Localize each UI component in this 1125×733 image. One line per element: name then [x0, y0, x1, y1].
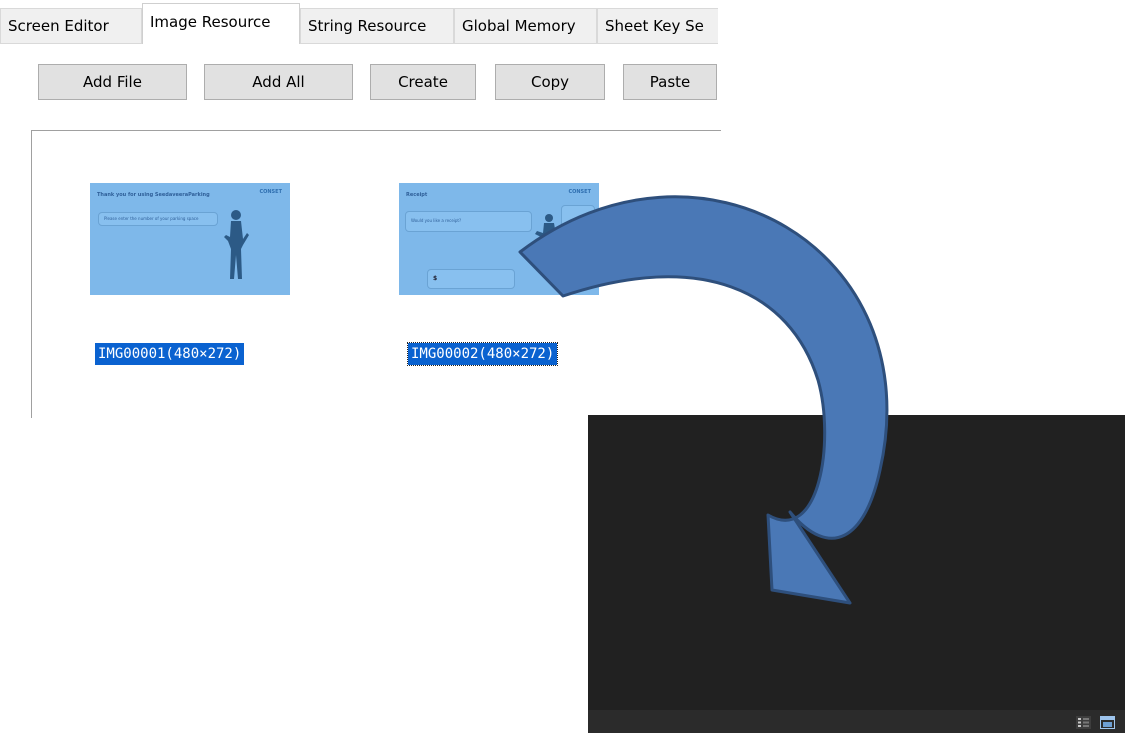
thumbnail-brand-logo: CONSET [259, 189, 282, 195]
image-thumbnail-1[interactable]: Thank you for using SeedaveeraParking CO… [90, 183, 290, 295]
image-caption-2[interactable]: IMG00002(480×272) [406, 342, 559, 366]
status-bar [588, 710, 1125, 733]
tab-divider [0, 43, 718, 44]
thumbnail-title: Receipt [406, 192, 428, 198]
list-view-icon[interactable] [1076, 716, 1091, 729]
thumbnail-prompt-box: Please enter the number of your parking … [98, 212, 218, 226]
tab-string-resource[interactable]: String Resource [300, 8, 454, 43]
thumbnail-prompt-box: Would you like a receipt? [405, 211, 532, 232]
thumbnail-side-box [561, 205, 595, 237]
thumbnail-amount-box: $ [427, 269, 515, 289]
tab-bar: Screen Editor Image Resource String Reso… [0, 0, 718, 44]
copy-button[interactable]: Copy [495, 64, 605, 100]
thumbnail-brand-logo: CONSET [568, 189, 591, 195]
person-silhouette-icon [224, 210, 249, 279]
add-all-button[interactable]: Add All [204, 64, 353, 100]
person-silhouette-icon [535, 214, 559, 243]
image-thumbnail-2[interactable]: Receipt CONSET Would you like a receipt?… [399, 183, 599, 295]
tab-global-memory[interactable]: Global Memory [454, 8, 597, 43]
thumbnail-amount-text: $ [433, 275, 438, 282]
thumbnail-prompt-text: Please enter the number of your parking … [104, 216, 199, 221]
image-list-panel[interactable]: Thank you for using SeedaveeraParking CO… [31, 130, 721, 418]
tab-image-resource[interactable]: Image Resource [142, 3, 300, 44]
create-button[interactable]: Create [370, 64, 476, 100]
thumbnail-prompt-text: Would you like a receipt? [411, 218, 462, 223]
paste-button[interactable]: Paste [623, 64, 717, 100]
thumbnail-title: Thank you for using SeedaveeraParking [97, 192, 210, 198]
image-caption-1[interactable]: IMG00001(480×272) [95, 343, 245, 365]
dark-preview-window[interactable] [588, 415, 1125, 733]
add-file-button[interactable]: Add File [38, 64, 187, 100]
window-icon[interactable] [1100, 716, 1115, 729]
tab-screen-editor[interactable]: Screen Editor [0, 8, 142, 43]
tab-sheet-key[interactable]: Sheet Key Se [597, 8, 718, 43]
